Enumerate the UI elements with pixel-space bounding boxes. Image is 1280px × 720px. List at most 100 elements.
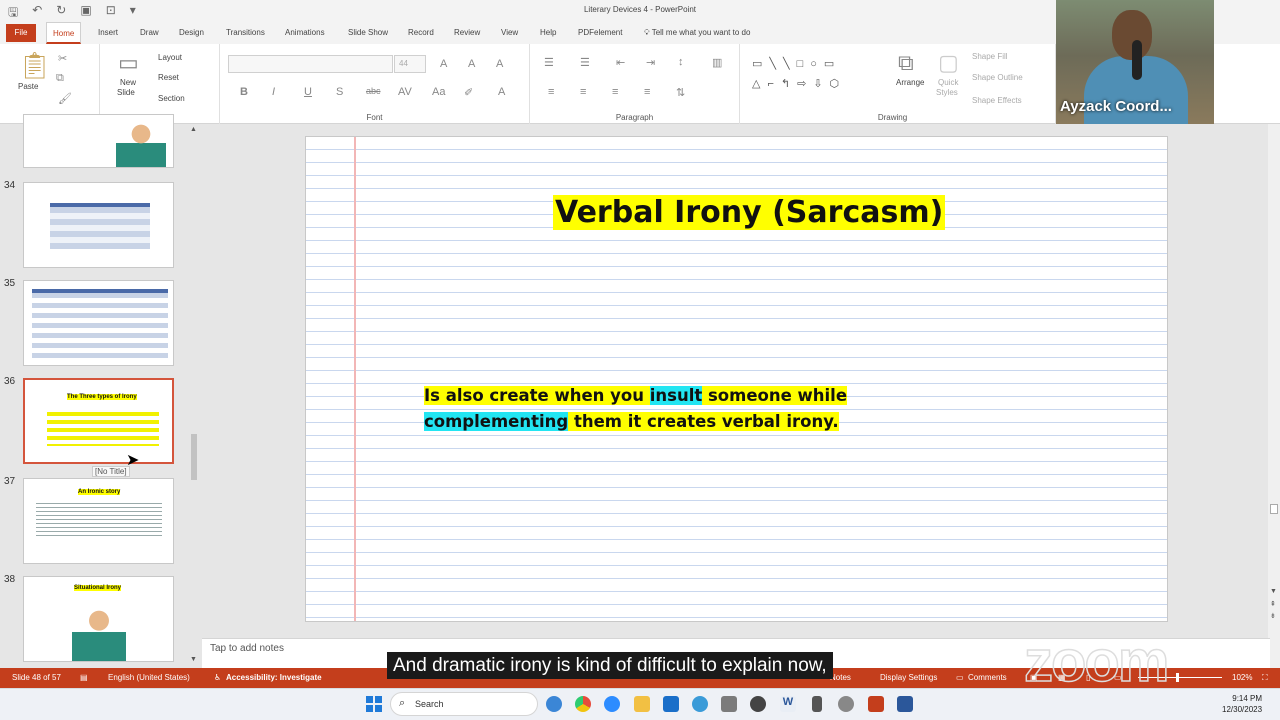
- bold-icon[interactable]: B: [240, 86, 248, 98]
- app-icon-2[interactable]: [721, 696, 737, 712]
- powerpoint-icon[interactable]: [868, 696, 884, 712]
- increase-font-icon[interactable]: A: [440, 58, 447, 70]
- quick-styles-icon[interactable]: ▢: [938, 50, 959, 76]
- columns-icon[interactable]: ▥: [712, 56, 722, 69]
- shape-fill-button[interactable]: Shape Fill: [972, 52, 1008, 61]
- arrange-button[interactable]: Arrange: [896, 78, 924, 87]
- tab-record[interactable]: Record: [402, 22, 440, 44]
- font-color-icon[interactable]: A: [498, 86, 505, 98]
- thumbnails-scrollbar[interactable]: ▲ ▼: [188, 124, 200, 668]
- tab-design[interactable]: Design: [173, 22, 210, 44]
- reset-button[interactable]: Reset: [158, 73, 179, 82]
- app-icon[interactable]: [692, 696, 708, 712]
- underline-icon[interactable]: U: [304, 86, 312, 98]
- tab-draw[interactable]: Draw: [134, 22, 165, 44]
- tab-file[interactable]: File: [6, 24, 36, 42]
- tab-insert[interactable]: Insert: [92, 22, 124, 44]
- tell-me-box[interactable]: 💡︎ Tell me what you want to do: [638, 22, 756, 44]
- slide-thumbnail-36[interactable]: The Three types of Irony: [23, 378, 174, 464]
- format-painter-icon[interactable]: 🖌︎: [58, 92, 72, 105]
- scroll-thumb[interactable]: [191, 434, 197, 480]
- tab-animations[interactable]: Animations: [279, 22, 331, 44]
- scroll-thumb[interactable]: [1270, 504, 1278, 514]
- numbering-icon[interactable]: ☰: [580, 56, 590, 69]
- decrease-indent-icon[interactable]: ⇤: [616, 56, 625, 69]
- shadow-icon[interactable]: S: [336, 86, 343, 98]
- editor-scrollbar[interactable]: ▼ ⇞ ⇟: [1268, 124, 1280, 668]
- scroll-up-icon[interactable]: ▲: [190, 126, 197, 133]
- zoom-app-icon[interactable]: [604, 696, 620, 712]
- notes-button[interactable]: Notes: [830, 673, 851, 682]
- spacing-icon[interactable]: AV: [398, 86, 412, 98]
- paste-icon[interactable]: 📋︎: [18, 50, 51, 81]
- shape-outline-button[interactable]: Shape Outline: [972, 73, 1023, 82]
- align-right-icon[interactable]: ≡: [612, 86, 618, 98]
- word-icon[interactable]: [897, 696, 913, 712]
- mail-icon[interactable]: [663, 696, 679, 712]
- slide-thumbnail-37[interactable]: An Ironic story: [23, 478, 174, 564]
- strikethrough-icon[interactable]: abc: [366, 86, 381, 96]
- font-size-select[interactable]: 44: [394, 55, 426, 73]
- slide-canvas[interactable]: Verbal Irony (Sarcasm) Is also create wh…: [305, 136, 1168, 622]
- align-left-icon[interactable]: ≡: [548, 86, 554, 98]
- display-settings-button[interactable]: Display Settings: [880, 673, 937, 682]
- phone-icon[interactable]: [812, 696, 822, 712]
- clear-format-icon[interactable]: A: [496, 58, 503, 70]
- line-spacing-icon[interactable]: ↕: [678, 56, 684, 68]
- arrange-icon[interactable]: ⧉: [898, 50, 914, 76]
- tab-home[interactable]: Home: [46, 22, 82, 44]
- copy-icon[interactable]: ⧉: [56, 72, 64, 85]
- shapes-gallery[interactable]: ▭╲╲□○▭ △⌐↰⇨⇩⬡: [752, 54, 874, 98]
- scroll-down-icon[interactable]: ▼: [1270, 588, 1277, 595]
- next-slide-icon[interactable]: ⇟: [1270, 612, 1276, 620]
- text-direction-icon[interactable]: ⇅: [676, 86, 685, 99]
- comments-button[interactable]: Comments: [968, 673, 1007, 682]
- tab-slide-show[interactable]: Slide Show: [342, 22, 394, 44]
- tab-view[interactable]: View: [495, 22, 524, 44]
- change-case-icon[interactable]: Aa: [432, 86, 445, 98]
- new-slide-button-2[interactable]: Slide: [117, 88, 135, 97]
- shape-effects-button[interactable]: Shape Effects: [972, 96, 1022, 105]
- layout-button[interactable]: Layout: [158, 53, 182, 62]
- slide-body-text[interactable]: Is also create when you insult someone w…: [424, 383, 984, 435]
- tab-help[interactable]: Help: [534, 22, 562, 44]
- spelling-icon[interactable]: ▤: [80, 673, 88, 682]
- slide-thumbnail-35[interactable]: [23, 280, 174, 366]
- bullets-icon[interactable]: ☰: [544, 56, 554, 69]
- highlight-icon[interactable]: ✐: [464, 86, 473, 99]
- new-slide-icon[interactable]: ▭: [118, 50, 139, 76]
- slide-thumbnail-38[interactable]: Situational Irony: [23, 576, 174, 662]
- zoom-level[interactable]: 102%: [1232, 673, 1252, 682]
- align-center-icon[interactable]: ≡: [580, 86, 586, 98]
- slide-thumbnail-34[interactable]: [23, 182, 174, 268]
- edge-icon[interactable]: [546, 696, 562, 712]
- previous-slide-icon[interactable]: ⇞: [1270, 600, 1276, 608]
- language-indicator[interactable]: English (United States): [108, 673, 190, 682]
- chrome-icon[interactable]: [575, 696, 591, 712]
- quick-styles-button-2[interactable]: Styles: [936, 88, 958, 97]
- app-icon-4[interactable]: W: [780, 696, 796, 712]
- scroll-down-icon[interactable]: ▼: [190, 656, 197, 663]
- tab-review[interactable]: Review: [448, 22, 486, 44]
- justify-icon[interactable]: ≡: [644, 86, 650, 98]
- tab-transitions[interactable]: Transitions: [220, 22, 271, 44]
- app-icon-3[interactable]: [750, 696, 766, 712]
- start-icon[interactable]: [366, 696, 382, 712]
- decrease-font-icon[interactable]: A: [468, 58, 475, 70]
- quick-styles-button[interactable]: Quick: [938, 78, 958, 87]
- slide-thumbnail-33[interactable]: [23, 114, 174, 168]
- section-button[interactable]: Section: [158, 94, 185, 103]
- file-explorer-icon[interactable]: [634, 696, 650, 712]
- settings-icon[interactable]: [838, 696, 854, 712]
- italic-icon[interactable]: I: [272, 86, 275, 98]
- fit-slide-icon[interactable]: ⛶: [1262, 673, 1268, 683]
- increase-indent-icon[interactable]: ⇥: [646, 56, 655, 69]
- cut-icon[interactable]: ✂: [58, 52, 67, 65]
- new-slide-button[interactable]: New: [120, 78, 136, 87]
- slide-title[interactable]: Verbal Irony (Sarcasm): [553, 195, 946, 230]
- system-clock[interactable]: 9:14 PM 12/30/2023: [1222, 693, 1262, 715]
- font-name-select[interactable]: [228, 55, 393, 73]
- tab-pdfelement[interactable]: PDFelement: [572, 22, 628, 44]
- accessibility-status[interactable]: Accessibility: Investigate: [226, 673, 322, 682]
- zoom-slider-thumb[interactable]: [1176, 673, 1179, 682]
